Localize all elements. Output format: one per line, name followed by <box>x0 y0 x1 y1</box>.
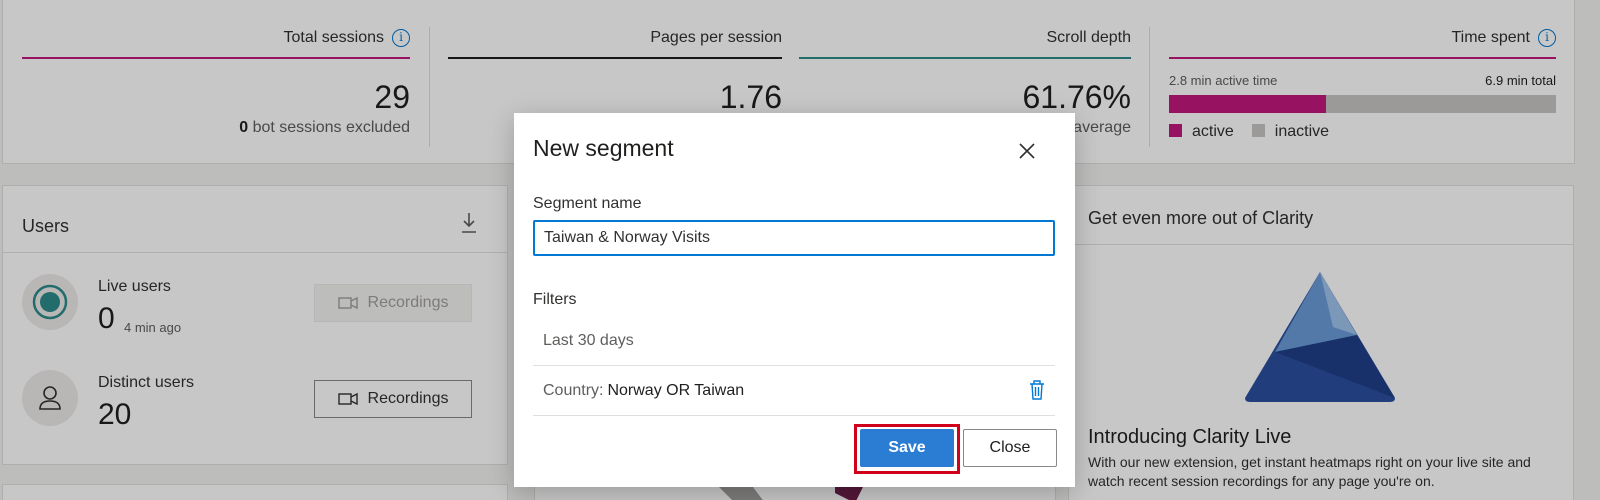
close-button[interactable]: Close <box>963 429 1057 467</box>
filter-country-row[interactable]: Country: Norway OR Taiwan <box>533 366 1055 416</box>
filter-date: Last 30 days <box>543 331 634 349</box>
segment-name-label: Segment name <box>533 195 642 212</box>
close-icon[interactable] <box>1015 139 1039 163</box>
filter-date-row[interactable]: Last 30 days <box>533 316 1055 366</box>
filters-label: Filters <box>533 291 577 308</box>
trash-icon[interactable] <box>1027 379 1047 401</box>
save-button[interactable]: Save <box>860 429 954 467</box>
filter-country-key: Country: <box>543 381 604 399</box>
segment-name-input[interactable] <box>533 220 1055 256</box>
filter-country-value: Norway OR Taiwan <box>607 381 745 399</box>
dialog-title: New segment <box>533 135 674 161</box>
new-segment-dialog: New segment Segment name Filters Last 30… <box>514 113 1075 487</box>
